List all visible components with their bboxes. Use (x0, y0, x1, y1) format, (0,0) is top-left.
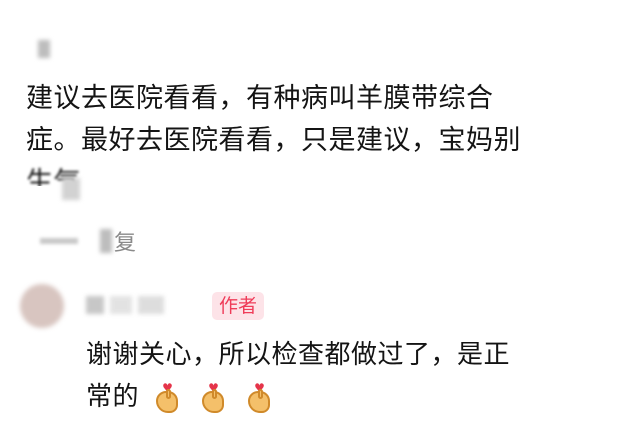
reply-line-2: 常的 ♥ ♥ ♥ (86, 376, 626, 418)
heart-hands-icon: ♥ (154, 382, 182, 413)
blurred-username (38, 40, 50, 58)
comment-line-3-clip: 生气 (26, 162, 626, 186)
avatar[interactable] (20, 284, 64, 328)
reply-row[interactable]: 复 (40, 226, 136, 256)
heart-hands-icon: ♥ (246, 382, 274, 413)
comment-line-1: 建议去医院看看，有种病叫羊膜带综合 (26, 83, 494, 114)
emoji-row: ♥ ♥ ♥ (154, 382, 274, 413)
heart-hands-icon: ♥ (200, 382, 228, 413)
blurred-text (62, 178, 80, 200)
blurred-chip (100, 229, 112, 253)
comment-line-2: 症。最好去医院看看，只是建议，宝妈别 (26, 125, 521, 156)
username-blurred[interactable] (86, 296, 164, 314)
reply-line-2-text: 常的 (86, 382, 140, 412)
author-badge: 作者 (212, 292, 265, 320)
reply-label[interactable]: 复 (114, 225, 136, 257)
reply-count-blurred (40, 238, 78, 244)
comment-text: 建议去医院看看，有种病叫羊膜带综合 症。最好去医院看看，只是建议，宝妈别 生气 (26, 78, 626, 186)
comment-line-3: 生气 (26, 167, 81, 186)
reply-line-1: 谢谢关心，所以检查都做过了，是正 (86, 340, 511, 370)
reply-text: 谢谢关心，所以检查都做过了，是正 常的 ♥ ♥ ♥ (86, 334, 626, 418)
